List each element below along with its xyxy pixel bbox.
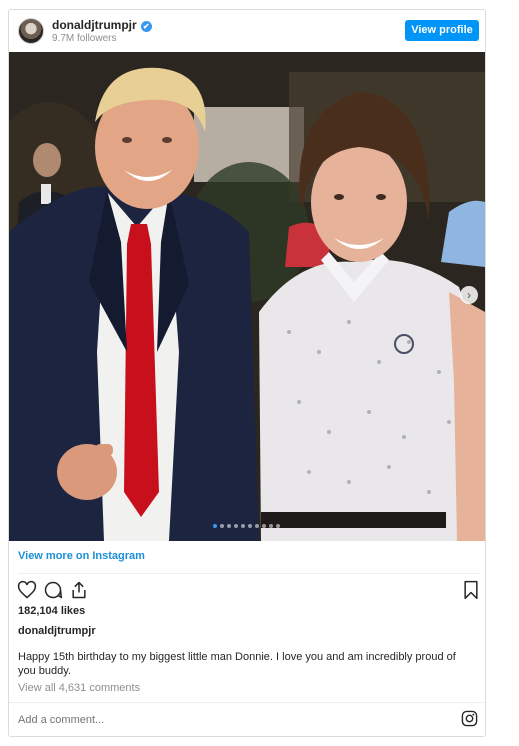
bookmark-icon[interactable]	[461, 580, 481, 600]
share-icon[interactable]	[69, 580, 89, 600]
carousel-dot	[255, 524, 259, 528]
verified-badge-icon: ✔	[140, 21, 152, 32]
carousel-dot	[213, 524, 217, 528]
carousel-dot	[234, 524, 238, 528]
caption-username-link[interactable]: donaldjtrumpjr	[18, 625, 96, 637]
chevron-right-icon: ›	[467, 288, 471, 302]
post-header: donaldjtrumpjr ✔ 9.7M followers View prof…	[9, 10, 485, 52]
photo-illustration	[9, 52, 485, 541]
carousel-dot	[248, 524, 252, 528]
action-bar	[17, 580, 481, 602]
view-profile-button[interactable]: View profile	[405, 20, 479, 41]
divider	[9, 702, 485, 703]
like-count[interactable]: 182,104 likes	[18, 605, 85, 617]
post-photo[interactable]: ›	[9, 52, 485, 541]
instagram-logo-icon[interactable]	[461, 710, 478, 727]
carousel-dots	[213, 524, 280, 530]
view-all-comments-link[interactable]: View all 4,631 comments	[18, 682, 140, 694]
avatar[interactable]	[18, 18, 44, 44]
heart-icon[interactable]	[17, 580, 37, 600]
instagram-embed-card: donaldjtrumpjr ✔ 9.7M followers View prof…	[8, 9, 486, 737]
carousel-dot	[220, 524, 224, 528]
caption-text: Happy 15th birthday to my biggest little…	[18, 651, 456, 677]
divider	[18, 573, 480, 574]
add-comment-input[interactable]	[18, 714, 418, 726]
view-more-link[interactable]: View more on Instagram	[18, 550, 145, 562]
username-text: donaldjtrumpjr	[52, 18, 137, 32]
follower-count: 9.7M followers	[52, 33, 117, 44]
username-link[interactable]: donaldjtrumpjr ✔	[52, 18, 152, 32]
carousel-dot	[276, 524, 280, 528]
carousel-dot	[227, 524, 231, 528]
carousel-dot	[262, 524, 266, 528]
carousel-dot	[269, 524, 273, 528]
next-photo-button[interactable]: ›	[460, 286, 478, 304]
carousel-dot	[241, 524, 245, 528]
comment-icon[interactable]	[43, 580, 63, 600]
